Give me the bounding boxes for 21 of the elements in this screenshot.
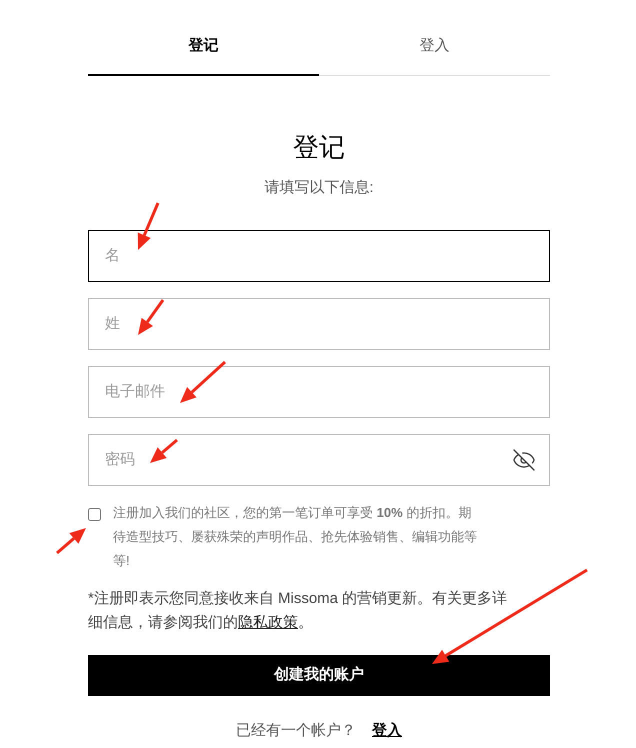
input-field[interactable]: 电子邮件: [88, 366, 550, 418]
privacy-policy-link[interactable]: 隐私政策: [238, 614, 298, 630]
annotation-arrow: [138, 202, 160, 250]
annotation-arrow: [138, 299, 164, 335]
newsletter-text: 注册加入我们的社区，您的第一笔订单可享受 10% 的折扣。期待造型技巧、屡获殊荣的声明作品、抢先体验销售、编辑功能等等!: [113, 504, 478, 570]
tab[interactable]: 登入: [319, 30, 550, 76]
input-field[interactable]: 密码: [88, 434, 550, 486]
newsletter-checkbox[interactable]: [88, 508, 101, 520]
tab[interactable]: 登记: [88, 30, 319, 76]
input-field[interactable]: 名: [88, 230, 550, 282]
hide-password-icon[interactable]: [512, 448, 536, 472]
annotation-arrow: [180, 360, 226, 403]
input-field[interactable]: 姓: [88, 298, 550, 350]
login-link[interactable]: 登入: [372, 720, 402, 742]
disclaimer-text: *注册即表示您同意接收来自 Missoma 的营销更新。有关更多详细信息，请参阅我们的隐私政策。: [88, 588, 508, 632]
annotation-arrow: [150, 438, 178, 463]
create-account-button[interactable]: 创建我的账户: [88, 654, 550, 696]
form-instructions: 请填写以下信息:: [264, 178, 374, 198]
existing-account-prompt: 已经有一个帐户？: [236, 720, 356, 740]
annotation-arrow: [56, 528, 86, 554]
page-heading: 登记: [293, 131, 345, 164]
